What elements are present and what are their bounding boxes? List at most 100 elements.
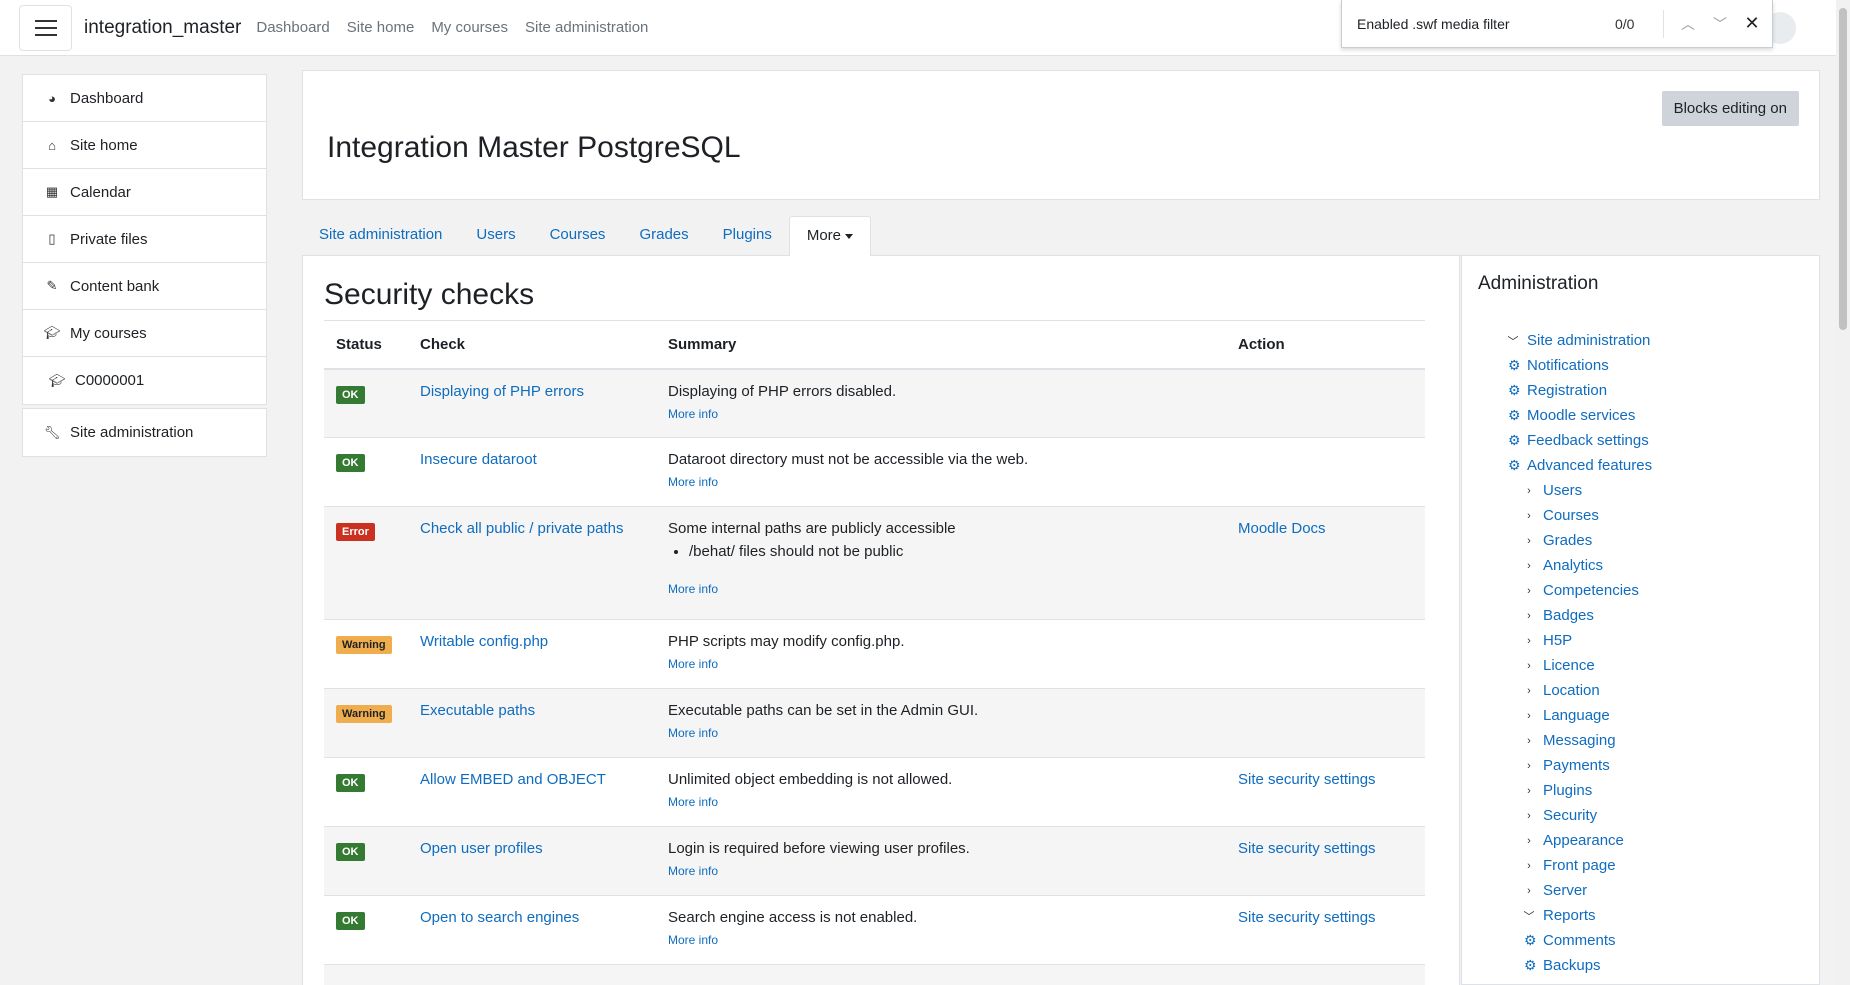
tree-item-category[interactable]: › H5P [1506, 628, 1652, 653]
check-link[interactable]: Allow EMBED and OBJECT [420, 771, 606, 788]
more-info-link[interactable]: More info [668, 726, 1214, 740]
drawer-item-dashboard[interactable]: ◕ Dashboard [23, 75, 266, 122]
nav-site-home-link[interactable]: Site home [347, 19, 415, 36]
menu-toggle-button[interactable] [19, 4, 72, 51]
action-link[interactable]: Site security settings [1238, 840, 1376, 857]
tree-item-category[interactable]: › Messaging [1506, 728, 1652, 753]
tree-item-label[interactable]: Location [1543, 682, 1600, 699]
more-info-link[interactable]: More info [668, 864, 1214, 878]
tree-item-label[interactable]: Feedback settings [1527, 432, 1649, 449]
tree-item-category[interactable]: › Plugins [1506, 778, 1652, 803]
tree-item-category[interactable]: › Grades [1506, 528, 1652, 553]
nav-site-administration-link[interactable]: Site administration [525, 19, 648, 36]
tree-item-label[interactable]: Appearance [1543, 832, 1624, 849]
tree-item-category[interactable]: › Language [1506, 703, 1652, 728]
nav-dashboard-link[interactable]: Dashboard [256, 19, 329, 36]
tree-item-label[interactable]: Site administration [1527, 332, 1650, 349]
action-link[interactable]: Site security settings [1238, 771, 1376, 788]
tree-item-category[interactable]: › Licence [1506, 653, 1652, 678]
tree-item-label[interactable]: Notifications [1527, 357, 1609, 374]
tree-item-setting[interactable]: ⚙ Comments [1506, 928, 1652, 953]
find-previous-button[interactable]: ︿ [1672, 14, 1704, 34]
drawer-item-private-files[interactable]: ▯ Private files [23, 216, 266, 263]
tree-item-setting[interactable]: ⚙ Registration [1506, 378, 1652, 403]
drawer-item-my-courses[interactable]: 🎓︎ My courses [23, 310, 266, 357]
more-info-link[interactable]: More info [668, 475, 1214, 489]
tree-item-label[interactable]: Courses [1543, 507, 1599, 524]
tree-item-label[interactable]: Server [1543, 882, 1587, 899]
tree-item-label[interactable]: Messaging [1543, 732, 1616, 749]
action-link[interactable]: Moodle Docs [1238, 520, 1326, 537]
more-info-link[interactable]: More info [668, 795, 1214, 809]
tree-item-reports[interactable]: ﹀ Reports [1506, 903, 1652, 928]
tree-item-setting[interactable]: ⚙ Moodle services [1506, 403, 1652, 428]
status-badge: Error [336, 523, 375, 541]
check-link[interactable]: Insecure dataroot [420, 451, 537, 468]
tab-more[interactable]: More [788, 216, 872, 257]
tree-item-category[interactable]: › Badges [1506, 603, 1652, 628]
check-link[interactable]: Executable paths [420, 702, 535, 719]
tree-item-label[interactable]: Front page [1543, 857, 1616, 874]
drawer-item-site-home[interactable]: ⌂ Site home [23, 122, 266, 169]
check-link[interactable]: Open to search engines [420, 909, 579, 926]
tab-users[interactable]: Users [459, 216, 532, 255]
more-info-link[interactable]: More info [668, 582, 1214, 596]
tree-item-label[interactable]: Badges [1543, 607, 1594, 624]
action-link[interactable]: Site security settings [1238, 909, 1376, 926]
tree-item-category[interactable]: › Server [1506, 878, 1652, 903]
tree-item-category[interactable]: › Security [1506, 803, 1652, 828]
tree-item-label[interactable]: Grades [1543, 532, 1592, 549]
tree-item-category[interactable]: › Location [1506, 678, 1652, 703]
tree-item-setting[interactable]: ⚙ Backups [1506, 953, 1652, 978]
tree-item-label[interactable]: Advanced features [1527, 457, 1652, 474]
tree-item-label[interactable]: Analytics [1543, 557, 1603, 574]
more-info-link[interactable]: More info [668, 933, 1214, 947]
page-scrollbar[interactable] [1836, 0, 1850, 985]
tree-item-site-administration[interactable]: ﹀ Site administration [1506, 328, 1652, 353]
tree-item-setting[interactable]: ⚙ Advanced features [1506, 453, 1652, 478]
tree-item-category[interactable]: › Users [1506, 478, 1652, 503]
tree-item-label[interactable]: Registration [1527, 382, 1607, 399]
tab-grades[interactable]: Grades [622, 216, 705, 255]
more-info-link[interactable]: More info [668, 407, 1214, 421]
site-name-link[interactable]: integration_master [84, 17, 241, 39]
check-link[interactable]: Displaying of PHP errors [420, 383, 584, 400]
find-input[interactable]: Enabled .swf media filter [1357, 16, 1615, 32]
tree-item-label[interactable]: Reports [1543, 907, 1596, 924]
more-info-link[interactable]: More info [668, 657, 1214, 671]
blocks-editing-button[interactable]: Blocks editing on [1661, 91, 1799, 126]
tree-item-label[interactable]: Payments [1543, 757, 1610, 774]
tree-item-label[interactable]: Plugins [1543, 782, 1592, 799]
drawer-item-course[interactable]: 🎓︎ C0000001 [23, 357, 266, 404]
scrollbar-thumb[interactable] [1839, 8, 1847, 330]
tree-item-category[interactable]: › Appearance [1506, 828, 1652, 853]
tree-item-label[interactable]: Language [1543, 707, 1610, 724]
drawer-item-calendar[interactable]: ▦ Calendar [23, 169, 266, 216]
tree-item-category[interactable]: › Payments [1506, 753, 1652, 778]
tree-item-label[interactable]: Backups [1543, 957, 1601, 974]
check-link[interactable]: Open user profiles [420, 840, 543, 857]
check-link[interactable]: Check all public / private paths [420, 520, 623, 537]
tree-item-label[interactable]: H5P [1543, 632, 1572, 649]
tree-item-setting[interactable]: ⚙ Feedback settings [1506, 428, 1652, 453]
tree-item-category[interactable]: › Courses [1506, 503, 1652, 528]
tree-item-setting[interactable]: ⚙ Notifications [1506, 353, 1652, 378]
drawer-item-content-bank[interactable]: ✎ Content bank [23, 263, 266, 310]
tree-item-label[interactable]: Moodle services [1527, 407, 1635, 424]
check-link[interactable]: Writable config.php [420, 633, 548, 650]
tree-item-category[interactable]: › Analytics [1506, 553, 1652, 578]
tree-item-label[interactable]: Users [1543, 482, 1582, 499]
tree-item-label[interactable]: Competencies [1543, 582, 1639, 599]
tree-item-label[interactable]: Licence [1543, 657, 1595, 674]
tree-item-category[interactable]: › Front page [1506, 853, 1652, 878]
find-next-button[interactable]: ﹀ [1704, 14, 1736, 34]
tab-site-administration[interactable]: Site administration [302, 216, 459, 255]
find-close-button[interactable]: ✕ [1736, 13, 1768, 34]
nav-my-courses-link[interactable]: My courses [431, 19, 508, 36]
tab-courses[interactable]: Courses [533, 216, 623, 255]
tab-plugins[interactable]: Plugins [706, 216, 789, 255]
tree-item-label[interactable]: Security [1543, 807, 1597, 824]
tree-item-category[interactable]: › Competencies [1506, 578, 1652, 603]
tree-item-label[interactable]: Comments [1543, 932, 1616, 949]
drawer-item-site-administration[interactable]: 🔧︎ Site administration [23, 409, 266, 456]
